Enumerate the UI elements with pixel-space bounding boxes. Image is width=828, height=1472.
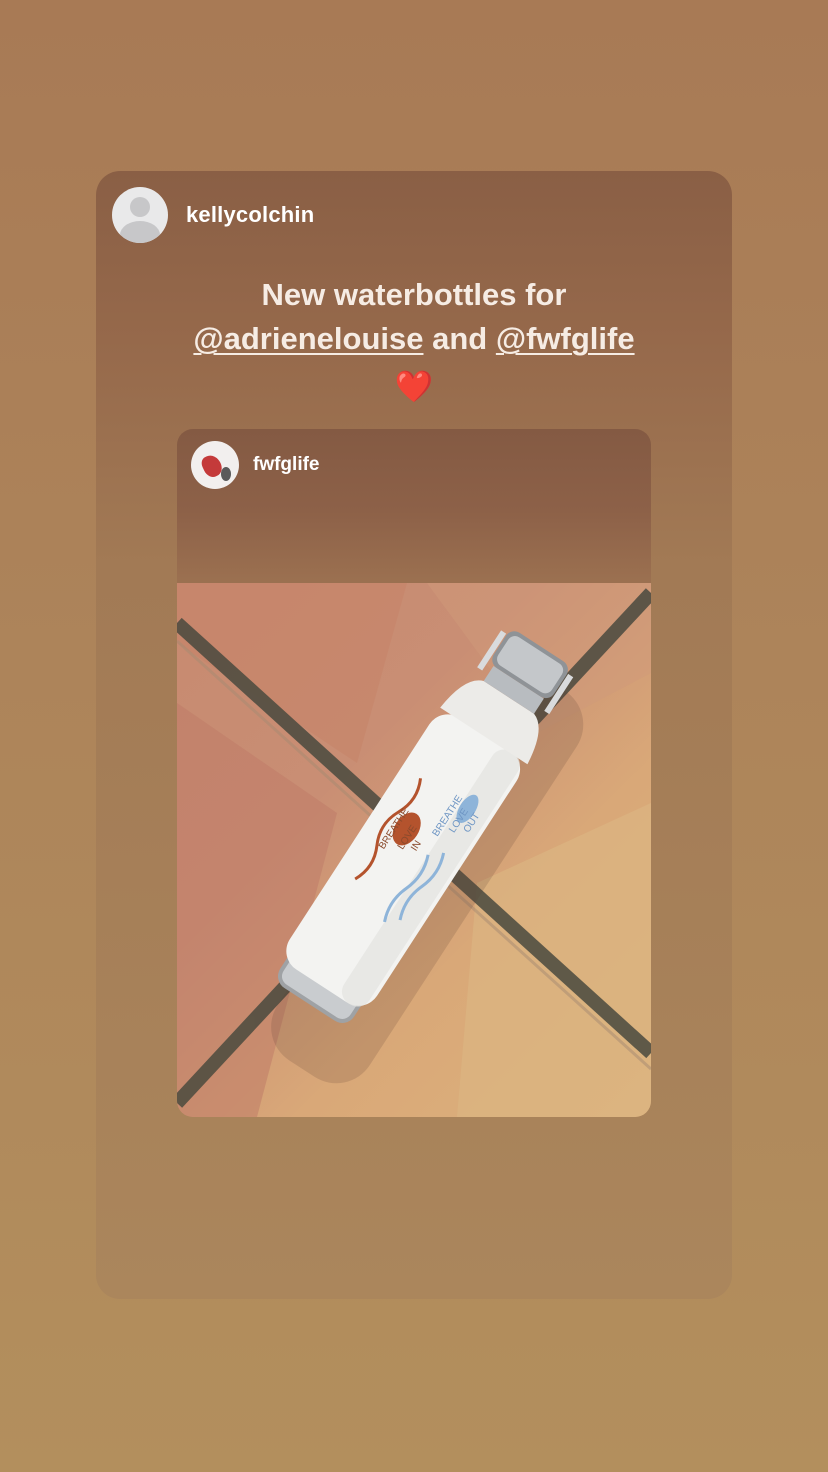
story-caption: New waterbottles for @adrienelouise and … [96, 273, 732, 409]
caption-connector: and [432, 321, 488, 356]
shared-post-username[interactable]: fwfglife [253, 454, 320, 476]
story-header[interactable]: kellycolchin [112, 187, 314, 243]
mention-fwfglife[interactable]: @fwfglife [496, 321, 635, 356]
heart-emoji: ❤️ [394, 369, 434, 404]
caption-line1: New waterbottles for [261, 277, 567, 312]
water-bottle-photo: BREATHE LOVE IN BREATHE LOVE OUT [177, 583, 651, 1117]
default-avatar-icon[interactable] [112, 187, 168, 243]
profile-photo-icon[interactable] [191, 441, 239, 489]
shared-post-header[interactable]: fwfglife [191, 441, 320, 489]
shared-post[interactable]: fwfglife BREATHE LOVE IN BREATHE LOVE OU… [177, 429, 651, 1117]
author-username[interactable]: kellycolchin [186, 202, 314, 228]
story-card: kellycolchin New waterbottles for @adrie… [96, 171, 732, 1299]
mention-adrienelouise[interactable]: @adrienelouise [193, 321, 423, 356]
post-photo[interactable]: BREATHE LOVE IN BREATHE LOVE OUT [177, 583, 651, 1117]
